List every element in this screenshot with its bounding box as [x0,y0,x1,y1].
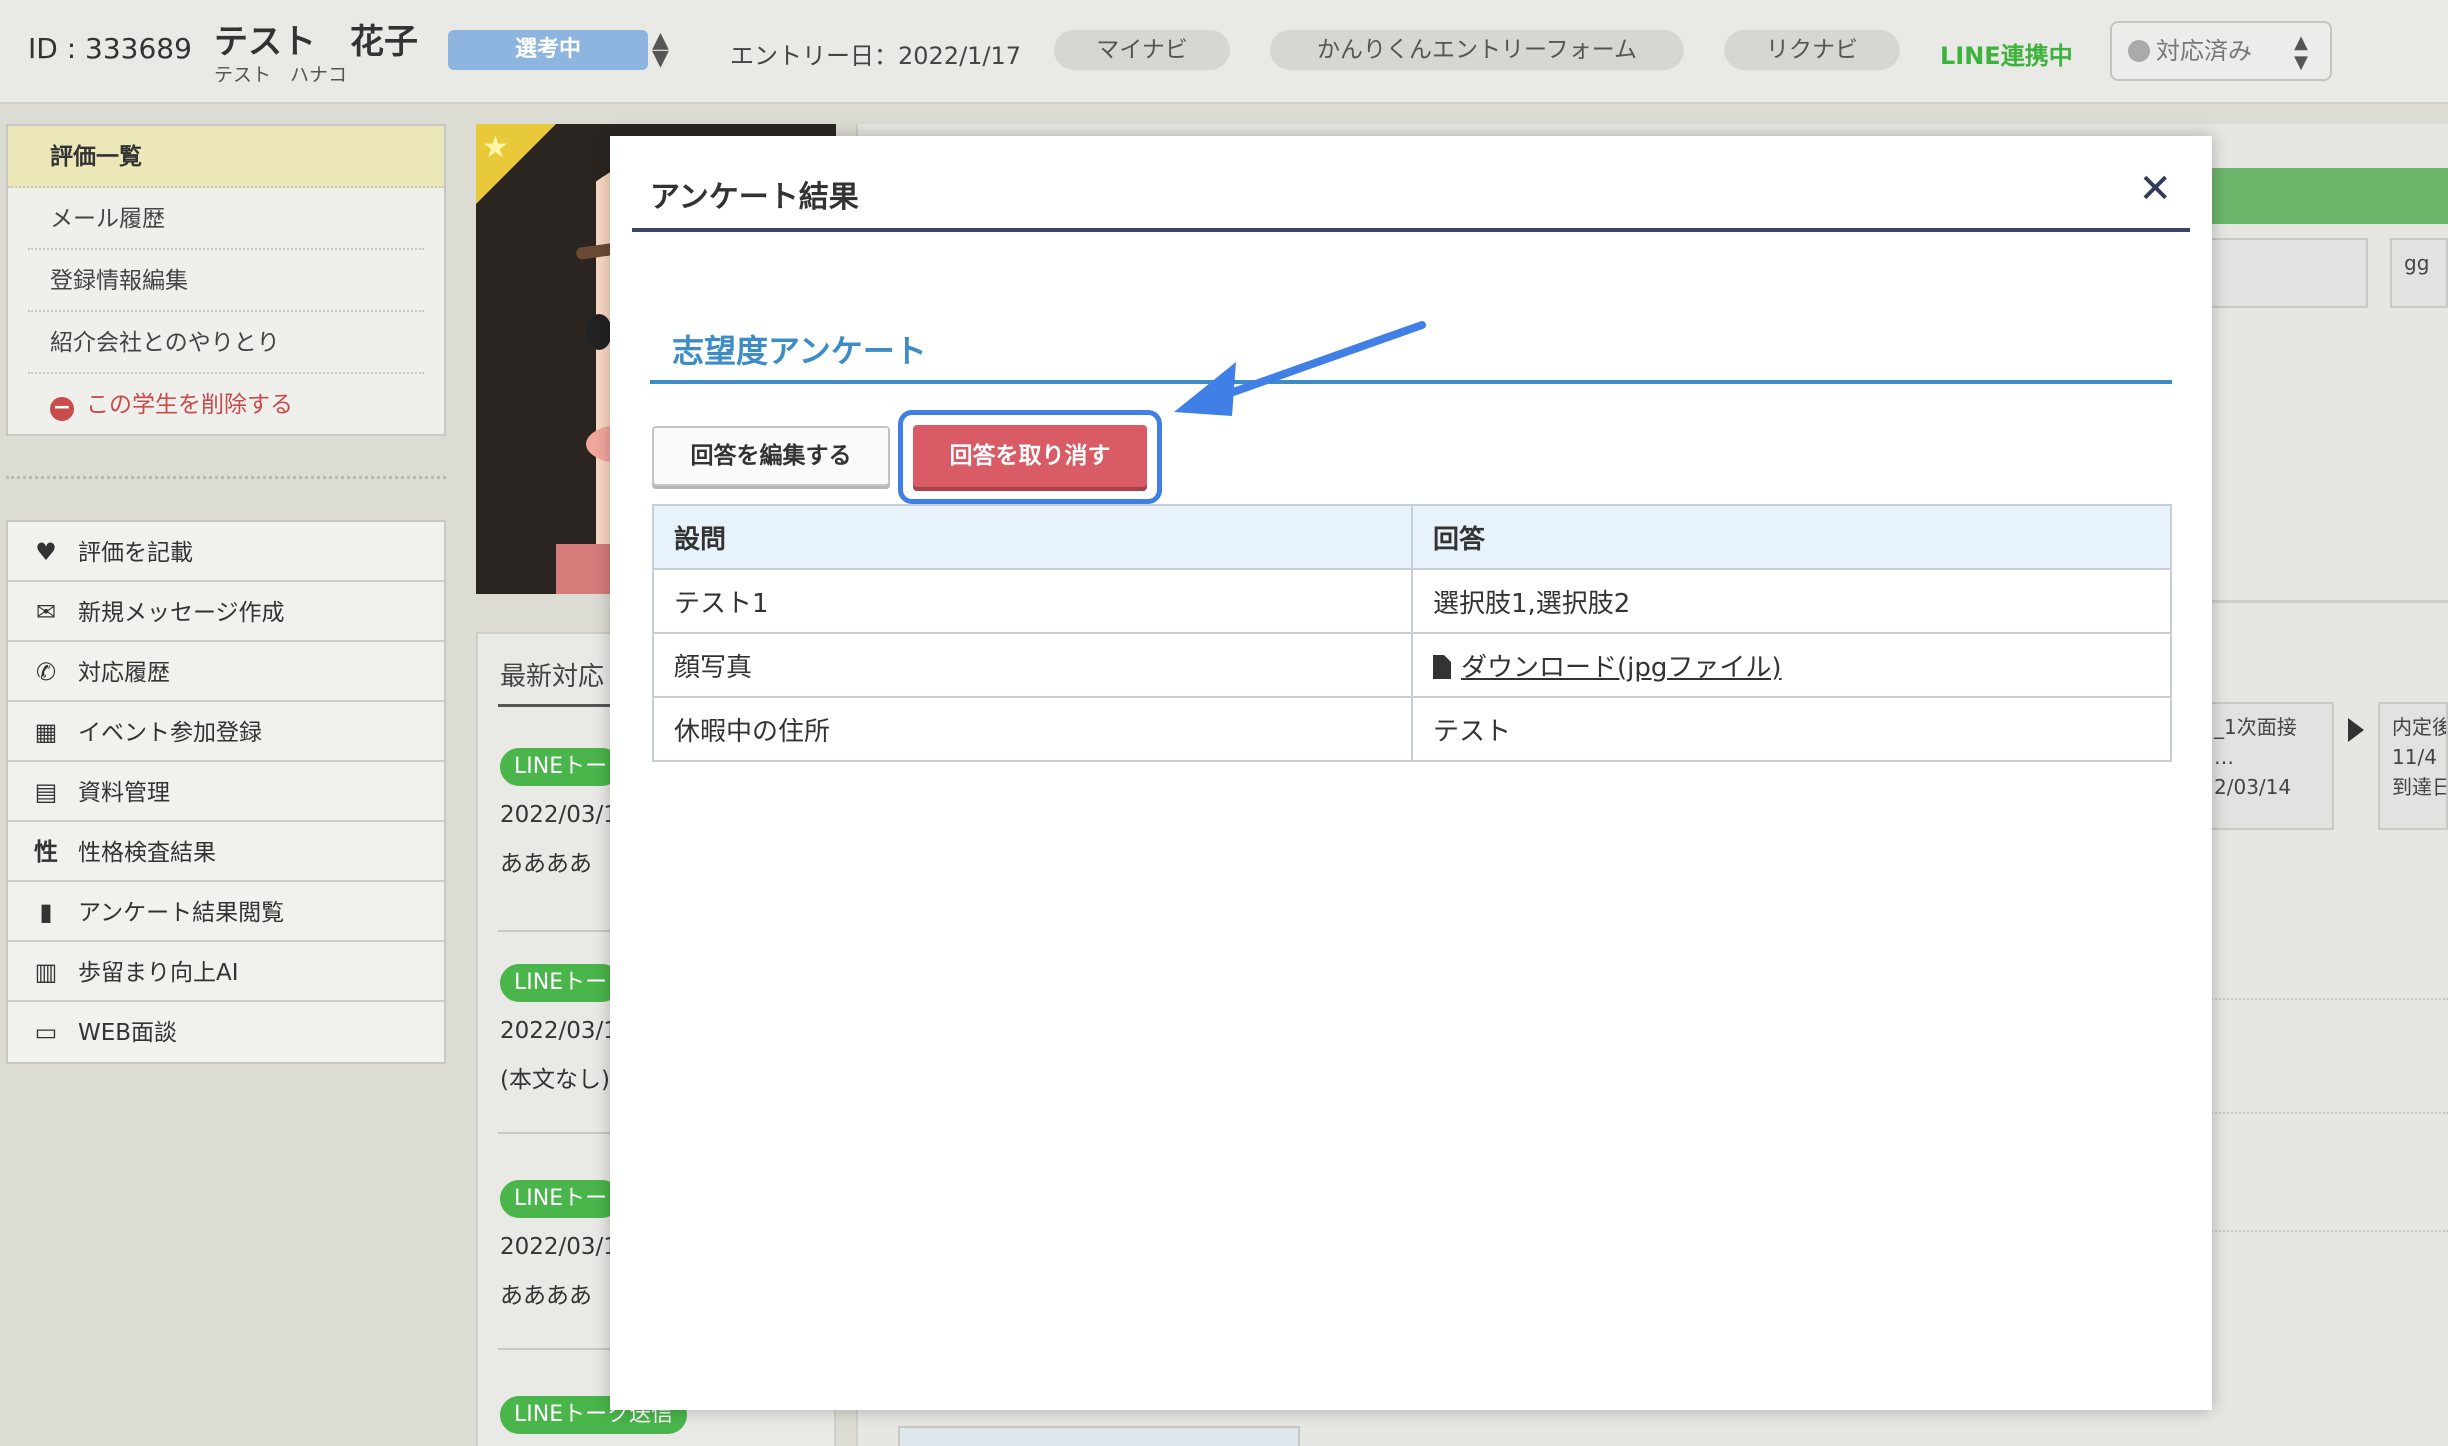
answer-cell: テスト [1411,696,2172,762]
survey-answers-table: 設問 回答 テスト1 選択肢1,選択肢2 顔写真 ダウンロード(jpgファイル)… [652,504,2172,762]
modal-title: アンケート結果 [650,180,859,215]
table-row: 顔写真 ダウンロード(jpgファイル) [652,632,2172,698]
question-cell: 顔写真 [652,632,1413,698]
column-header-answer: 回答 [1411,504,2172,570]
modal-title-underline [632,228,2190,232]
column-header-question: 設問 [652,504,1413,570]
edit-answer-button[interactable]: 回答を編集する [652,426,890,486]
table-header-row: 設問 回答 [652,504,2172,570]
table-row: 休暇中の住所 テスト [652,696,2172,762]
section-underline [650,380,2172,384]
survey-section-title: 志望度アンケート [672,332,927,370]
file-icon [1433,654,1451,679]
download-link[interactable]: ダウンロード(jpgファイル) [1461,653,1782,683]
answer-cell: ダウンロード(jpgファイル) [1411,632,2172,698]
table-row: テスト1 選択肢1,選択肢2 [652,568,2172,634]
close-icon[interactable]: ✕ [2138,166,2172,212]
answer-cell: 選択肢1,選択肢2 [1411,568,2172,634]
cancel-answer-button[interactable]: 回答を取り消す [913,425,1147,487]
survey-results-modal: アンケート結果 ✕ 志望度アンケート 回答を編集する 回答を取り消す 設問 回答… [610,136,2212,1410]
question-cell: テスト1 [652,568,1413,634]
highlight-frame: 回答を取り消す [898,410,1162,504]
question-cell: 休暇中の住所 [652,696,1413,762]
